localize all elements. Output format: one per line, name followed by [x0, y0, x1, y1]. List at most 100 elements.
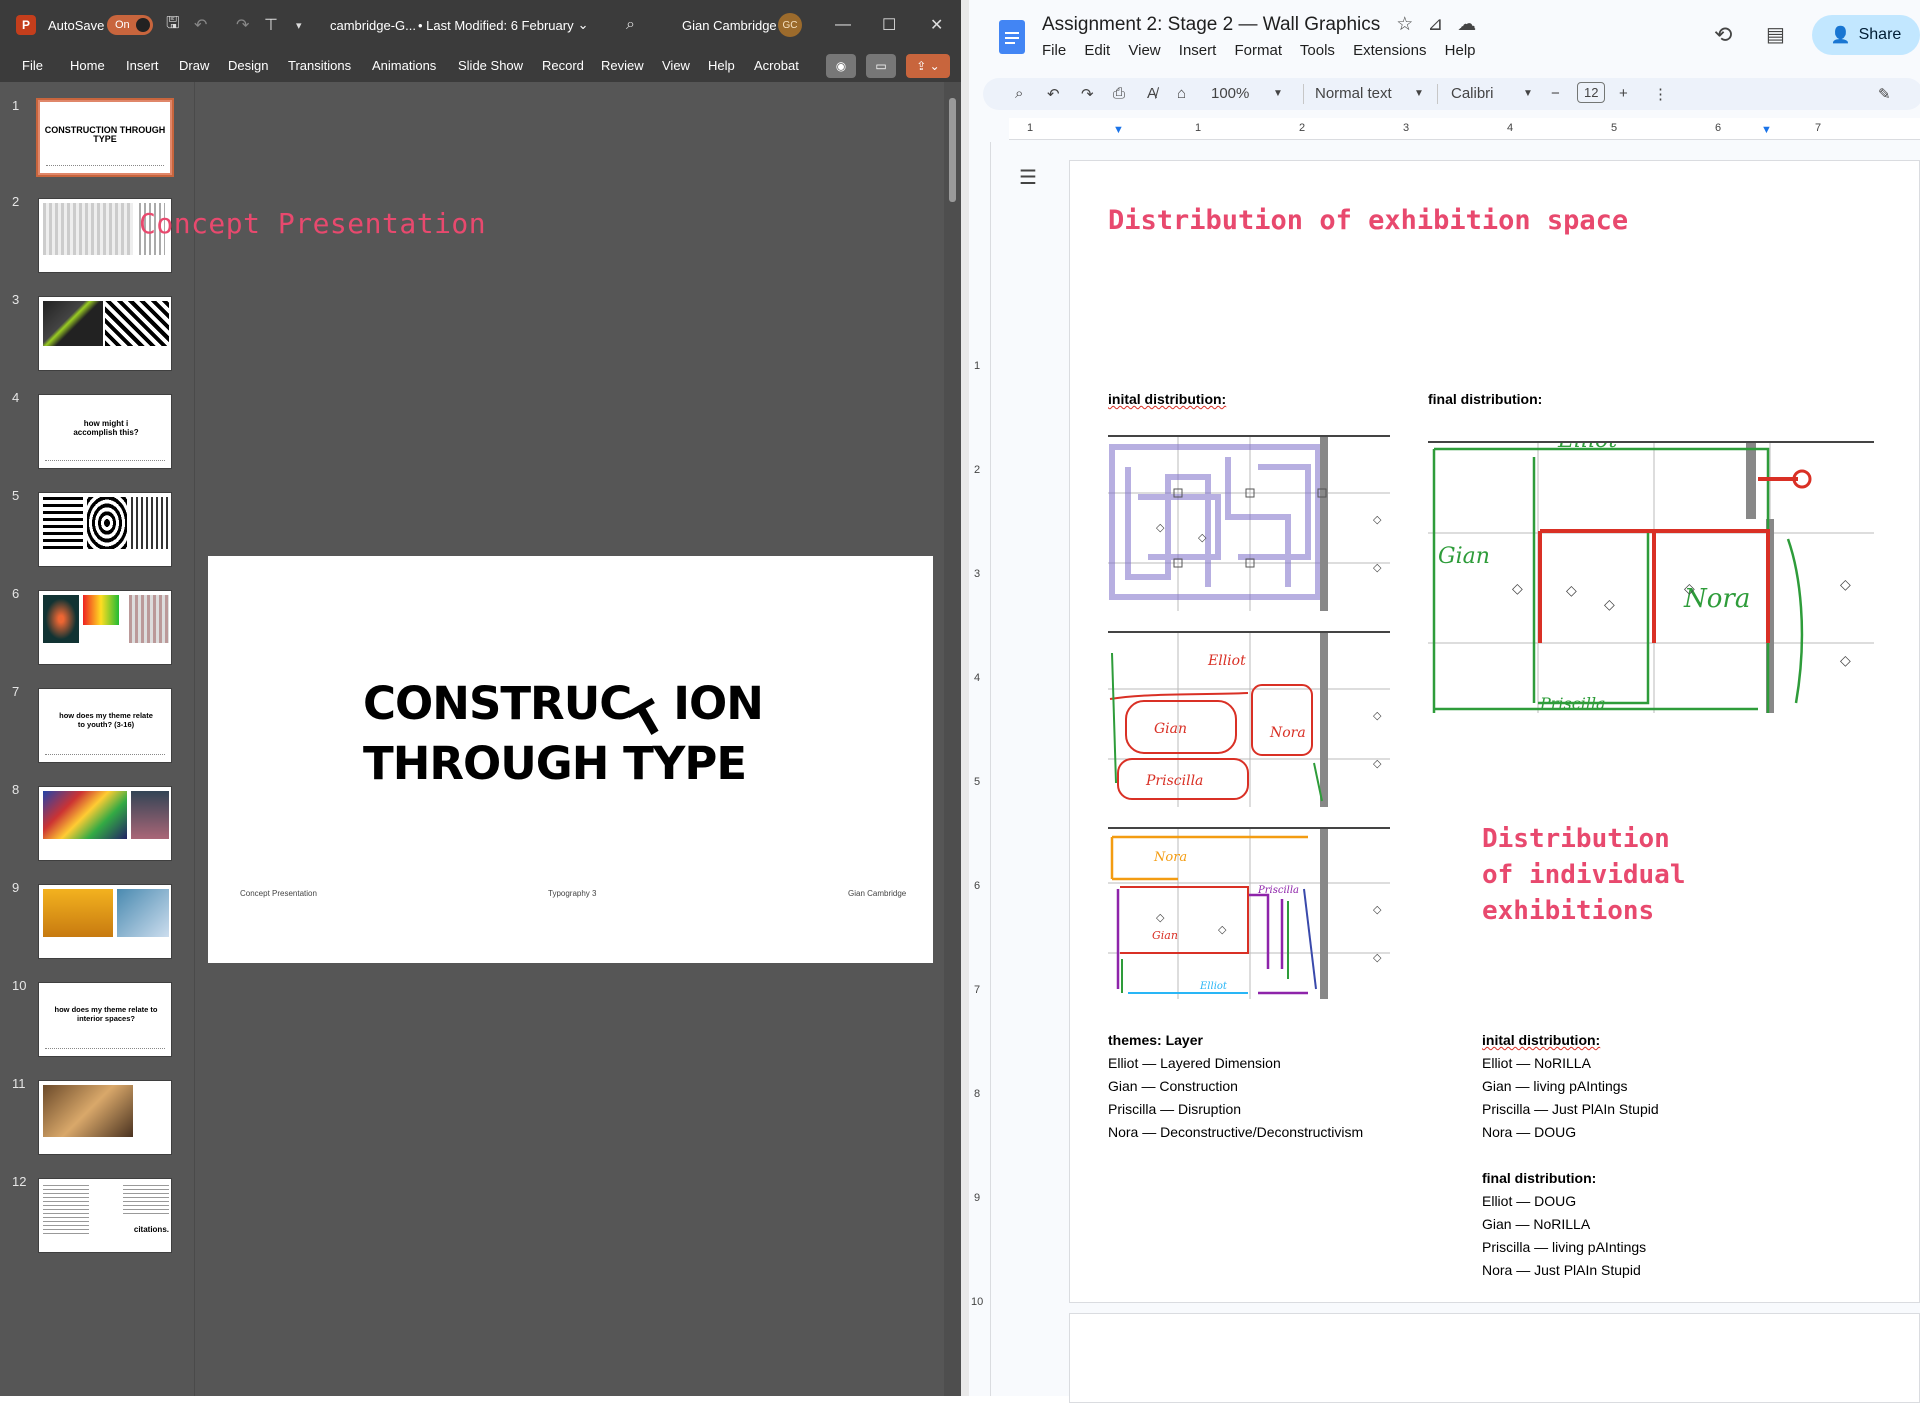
share-button[interactable]: ⇪ ⌄ — [906, 54, 950, 78]
chevron-down-icon[interactable]: ▼ — [1414, 88, 1424, 99]
avatar[interactable]: GC — [778, 13, 802, 37]
chevron-down-icon[interactable]: ▼ — [1523, 88, 1533, 99]
initial-dist-heading[interactable]: inital distribution: — [1482, 1029, 1600, 1052]
present-icon[interactable]: ⊤ — [264, 15, 278, 35]
floorplan-sketch-initial[interactable]: ◇ ◇ ◇ ◇ — [1108, 435, 1390, 611]
chevron-down-icon[interactable]: ▼ — [1273, 88, 1283, 99]
menu-tools[interactable]: Tools — [1300, 42, 1335, 59]
share-button[interactable]: 👤 Share — [1812, 15, 1920, 55]
star-icon[interactable]: ☆ — [1396, 14, 1413, 35]
customize-qat-icon[interactable]: ▾ — [296, 19, 302, 32]
menu-edit[interactable]: Edit — [1084, 42, 1110, 59]
tab-slide-show[interactable]: Slide Show — [458, 58, 523, 73]
maximize-icon[interactable]: ☐ — [882, 15, 896, 35]
menu-file[interactable]: File — [1042, 42, 1066, 59]
final-dist-item[interactable]: Gian — NoRILLA — [1482, 1213, 1590, 1236]
tab-draw[interactable]: Draw — [179, 58, 209, 73]
chevron-down-icon[interactable]: ⌄ — [578, 17, 589, 33]
slide-thumbnail-10[interactable]: how does my theme relate to interior spa… — [38, 982, 172, 1057]
tab-help[interactable]: Help — [708, 58, 735, 73]
comments-button[interactable]: ▭ — [866, 54, 896, 78]
themes-item[interactable]: Nora — Deconstructive/Deconstructivism — [1108, 1121, 1363, 1144]
slide-thumbnail-4[interactable]: how might i accomplish this? — [38, 394, 172, 469]
final-dist-item[interactable]: Nora — Just PlAIn Stupid — [1482, 1259, 1641, 1282]
more-icon[interactable]: ⋮ — [1653, 85, 1668, 103]
file-name[interactable]: cambridge-G... — [330, 18, 416, 33]
paint-format-icon[interactable]: ⌂ — [1177, 85, 1186, 102]
themes-heading[interactable]: themes: Layer — [1108, 1029, 1203, 1052]
initial-dist-item[interactable]: Gian — living pAIntings — [1482, 1075, 1628, 1098]
initial-dist-item[interactable]: Priscilla — Just PlAIn Stupid — [1482, 1098, 1659, 1121]
last-modified[interactable]: • Last Modified: 6 February — [418, 18, 574, 33]
slide-thumbnail-1[interactable]: CONSTRUCTION THROUGH TYPE — [36, 98, 174, 177]
minimize-icon[interactable]: — — [835, 16, 851, 34]
tab-home[interactable]: Home — [70, 58, 105, 73]
style-select[interactable]: Normal text — [1315, 85, 1392, 102]
themes-item[interactable]: Elliot — Layered Dimension — [1108, 1052, 1281, 1075]
slide-thumbnail-6[interactable] — [38, 590, 172, 665]
undo-icon[interactable]: ↶ — [194, 15, 207, 35]
search-icon[interactable]: ⌕ — [1015, 85, 1023, 102]
history-icon[interactable]: ⟲ — [1714, 22, 1732, 48]
slide-canvas[interactable]: CONSTRUC T ION THROUGH TYPE Concept Presen… — [208, 556, 933, 963]
font-size-input[interactable]: 12 — [1577, 82, 1606, 103]
slide-thumbnail-5[interactable] — [38, 492, 172, 567]
comments-icon[interactable]: ▤ — [1766, 22, 1785, 47]
autosave-toggle[interactable]: On — [107, 15, 153, 35]
floorplan-sketch-assignment[interactable]: Elliot Gian Nora Priscilla ◇ ◇ — [1108, 631, 1390, 807]
edit-mode-icon[interactable]: ✎ — [1878, 85, 1891, 103]
menu-help[interactable]: Help — [1445, 42, 1476, 59]
docs-logo-icon[interactable] — [999, 20, 1025, 54]
initial-dist-item[interactable]: Elliot — NoRILLA — [1482, 1052, 1591, 1075]
tab-animations[interactable]: Animations — [372, 58, 436, 73]
document-page[interactable]: Distribution of exhibition space inital … — [1069, 160, 1920, 1303]
themes-item[interactable]: Priscilla — Disruption — [1108, 1098, 1241, 1121]
heading-exhibition-space[interactable]: Distribution of exhibition space — [1108, 205, 1628, 236]
undo-icon[interactable]: ↶ — [1047, 85, 1060, 103]
doc-title[interactable]: Assignment 2: Stage 2 — Wall Graphics ☆ ⊿ ☁ — [1042, 13, 1476, 36]
heading-individual-exhibitions[interactable]: Distribution of individual exhibitions — [1482, 821, 1712, 929]
scroll-thumb[interactable] — [949, 98, 956, 202]
spellcheck-icon[interactable]: A̸ — [1147, 85, 1157, 102]
tab-view[interactable]: View — [662, 58, 690, 73]
slide-thumbnail-8[interactable] — [38, 786, 172, 861]
search-icon[interactable]: ⌕ — [626, 16, 635, 34]
tab-acrobat[interactable]: Acrobat — [754, 58, 799, 73]
slide-thumbnail-11[interactable] — [38, 1080, 172, 1155]
menu-insert[interactable]: Insert — [1179, 42, 1217, 59]
themes-item[interactable]: Gian — Construction — [1108, 1075, 1238, 1098]
menu-extensions[interactable]: Extensions — [1353, 42, 1426, 59]
decrease-font-icon[interactable]: − — [1551, 85, 1560, 102]
final-dist-item[interactable]: Elliot — DOUG — [1482, 1190, 1576, 1213]
ppt-scrollbar[interactable] — [944, 82, 961, 1396]
slide-thumbnail-7[interactable]: how does my theme relate to youth? (3-16… — [38, 688, 172, 763]
tab-design[interactable]: Design — [228, 58, 268, 73]
tab-insert[interactable]: Insert — [126, 58, 159, 73]
print-icon[interactable]: ⎙ — [1113, 85, 1125, 102]
tab-file[interactable]: File — [22, 58, 43, 73]
record-button[interactable]: ◉ — [826, 54, 856, 78]
final-dist-heading[interactable]: final distribution: — [1482, 1167, 1596, 1190]
redo-icon[interactable]: ↷ — [1081, 85, 1094, 103]
menu-view[interactable]: View — [1128, 42, 1160, 59]
redo-icon[interactable]: ↷ — [236, 15, 249, 35]
increase-font-icon[interactable]: + — [1619, 85, 1628, 102]
font-select[interactable]: Calibri — [1451, 85, 1494, 102]
document-outline-icon[interactable]: ☰ — [1019, 165, 1037, 190]
initial-distribution-label[interactable]: inital distribution: — [1108, 391, 1226, 407]
slide-thumbnail-9[interactable] — [38, 884, 172, 959]
document-page-2[interactable] — [1069, 1313, 1920, 1403]
slide-title[interactable]: CONSTRUC T ION THROUGH TYPE — [363, 674, 783, 794]
save-icon[interactable]: 🖫 — [166, 12, 180, 39]
slide-thumbnail-12[interactable]: citations. — [38, 1178, 172, 1253]
final-dist-item[interactable]: Priscilla — living pAIntings — [1482, 1236, 1646, 1259]
menu-format[interactable]: Format — [1234, 42, 1282, 59]
tab-transitions[interactable]: Transitions — [288, 58, 351, 73]
slide-thumbnail-3[interactable] — [38, 296, 172, 371]
horizontal-ruler[interactable]: 1 1 2 3 4 5 6 7 ▼ ▼ — [1009, 118, 1920, 140]
final-distribution-label[interactable]: final distribution: — [1428, 391, 1542, 407]
close-icon[interactable]: ✕ — [930, 15, 943, 35]
initial-dist-item[interactable]: Nora — DOUG — [1482, 1121, 1576, 1144]
tab-record[interactable]: Record — [542, 58, 584, 73]
right-indent-marker[interactable]: ▼ — [1761, 124, 1772, 136]
